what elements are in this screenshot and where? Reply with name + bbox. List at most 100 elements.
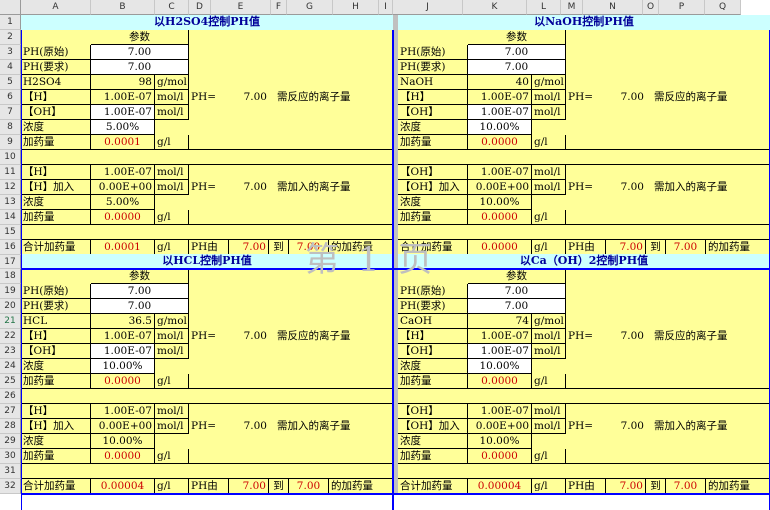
section2-concentration-value: 10.00% xyxy=(91,433,155,449)
oh-ion-label: 【OH】 xyxy=(21,104,91,120)
row-header-9[interactable]: 9 xyxy=(0,134,21,150)
ph-to-value: 7.00 xyxy=(666,478,706,494)
row-header-24[interactable]: 24 xyxy=(0,359,21,375)
ph-required-input[interactable]: 7.00 xyxy=(91,298,189,314)
row-header-31[interactable]: 31 xyxy=(0,464,21,480)
row-header-13[interactable]: 13 xyxy=(0,194,21,210)
ph-original-label: PH(原始) xyxy=(21,44,91,60)
ph-equals-label: PH= xyxy=(566,89,596,105)
row-header-2[interactable]: 2 xyxy=(0,29,21,45)
ph-original-input[interactable]: 7.00 xyxy=(468,283,566,299)
ph-original-input[interactable]: 7.00 xyxy=(468,44,566,60)
row-header-12[interactable]: 12 xyxy=(0,179,21,195)
concentration-input[interactable]: 10.00% xyxy=(91,358,155,374)
column-header-d[interactable]: D xyxy=(189,0,211,15)
row-header-5[interactable]: 5 xyxy=(0,74,21,90)
column-header-f[interactable]: F xyxy=(271,0,287,15)
molar-mass-value[interactable]: 36.5 xyxy=(91,313,155,329)
oh-ion-unit: mol/l xyxy=(532,343,566,359)
column-header-a[interactable]: A xyxy=(21,0,91,15)
row-header-14[interactable]: 14 xyxy=(0,209,21,225)
ph-result-value: 7.00 xyxy=(606,89,646,105)
dosage-value: 0.0000 xyxy=(468,134,532,150)
section2-h-unit: mol/l xyxy=(532,164,566,180)
column-header-b[interactable]: B xyxy=(91,0,155,15)
column-header-c[interactable]: C xyxy=(155,0,189,15)
column-header-q[interactable]: Q xyxy=(705,0,741,15)
row-header-28[interactable]: 28 xyxy=(0,419,21,435)
ph-required-input[interactable]: 7.00 xyxy=(91,59,189,75)
row-header-3[interactable]: 3 xyxy=(0,44,21,60)
cell-grid[interactable]: 以H2SO4控制PH值 参数 PH(原始) 7.00 PH(要求) 7.00 H2SO4 98… xyxy=(21,15,770,510)
row-header-23[interactable]: 23 xyxy=(0,344,21,360)
row-header-16[interactable]: 16 xyxy=(0,239,21,255)
ph-result-value: 7.00 xyxy=(606,328,646,344)
ph-to-value: 7.00 xyxy=(289,478,329,494)
molar-mass-value[interactable]: 74 xyxy=(468,313,532,329)
ph-original-input[interactable]: 7.00 xyxy=(91,283,189,299)
row-header-22[interactable]: 22 xyxy=(0,329,21,345)
total-dosage-unit: g/l xyxy=(155,239,189,255)
molar-mass-value[interactable]: 40 xyxy=(468,74,532,90)
molar-mass-value[interactable]: 98 xyxy=(91,74,155,90)
ph-result-value: 7.00 xyxy=(229,328,269,344)
row-header-6[interactable]: 6 xyxy=(0,89,21,105)
column-header-j[interactable]: J xyxy=(393,0,463,15)
section2-dosage-value: 0.0000 xyxy=(468,448,532,464)
ph-original-label: PH(原始) xyxy=(398,283,468,299)
row-header-18[interactable]: 18 xyxy=(0,269,21,285)
row-header-26[interactable]: 26 xyxy=(0,389,21,405)
total-dosage-unit: g/l xyxy=(532,478,566,494)
spacer-row xyxy=(398,388,770,404)
row-header-20[interactable]: 20 xyxy=(0,299,21,315)
row-header-29[interactable]: 29 xyxy=(0,434,21,450)
column-header-n[interactable]: N xyxy=(583,0,643,15)
spacer-row xyxy=(398,149,770,165)
select-all-corner[interactable] xyxy=(0,0,21,15)
column-header-k[interactable]: K xyxy=(463,0,527,15)
ph-original-input[interactable]: 7.00 xyxy=(91,44,189,60)
row-header-17[interactable]: 17 xyxy=(0,254,21,270)
column-header-h[interactable]: H xyxy=(333,0,379,15)
section2-ion-text: 需加入的离子量 xyxy=(652,418,762,434)
column-header-o[interactable]: O xyxy=(643,0,659,15)
column-header-p[interactable]: P xyxy=(659,0,705,15)
spacer-row xyxy=(21,463,393,479)
ph-required-input[interactable]: 7.00 xyxy=(468,59,566,75)
column-header-i[interactable]: I xyxy=(379,0,393,15)
dosage-unit: g/l xyxy=(155,373,189,389)
row-header-21[interactable]: 21 xyxy=(0,314,21,330)
concentration-input[interactable]: 5.00% xyxy=(91,119,155,135)
ph-required-input[interactable]: 7.00 xyxy=(468,298,566,314)
row-header-4[interactable]: 4 xyxy=(0,59,21,75)
row-header-25[interactable]: 25 xyxy=(0,374,21,390)
row-header-10[interactable]: 10 xyxy=(0,149,21,165)
row-header-27[interactable]: 27 xyxy=(0,404,21,420)
h-ion-label: 【H】 xyxy=(398,89,468,105)
concentration-label: 浓度 xyxy=(21,358,91,374)
spacer-row xyxy=(398,463,770,479)
row-header-32[interactable]: 32 xyxy=(0,479,21,495)
row-header-19[interactable]: 19 xyxy=(0,284,21,300)
concentration-input[interactable]: 10.00% xyxy=(468,119,532,135)
row-header-30[interactable]: 30 xyxy=(0,449,21,465)
section2-dosage-value: 0.0000 xyxy=(468,209,532,225)
dosage-suffix-text: 的加药量 xyxy=(329,478,394,494)
ion-reaction-text: 需反应的离子量 xyxy=(652,89,762,105)
total-dosage-label: 合计加药量 xyxy=(398,239,468,255)
h-ion-label: 【H】 xyxy=(21,328,91,344)
column-header-l[interactable]: L xyxy=(527,0,561,15)
column-header-g[interactable]: G xyxy=(287,0,333,15)
column-header-m[interactable]: M xyxy=(561,0,583,15)
row-header-1[interactable]: 1 xyxy=(0,15,21,30)
panel-title: 以HCL控制PH值 xyxy=(21,254,393,269)
ph-to-label: 到 xyxy=(269,478,289,494)
row-header-8[interactable]: 8 xyxy=(0,119,21,135)
section2-ion-text: 需加入的离子量 xyxy=(275,418,385,434)
concentration-input[interactable]: 10.00% xyxy=(468,358,532,374)
section2-dosage-label: 加药量 xyxy=(398,448,468,464)
row-header-15[interactable]: 15 xyxy=(0,224,21,240)
row-header-11[interactable]: 11 xyxy=(0,164,21,180)
column-header-e[interactable]: E xyxy=(211,0,271,15)
row-header-7[interactable]: 7 xyxy=(0,104,21,120)
